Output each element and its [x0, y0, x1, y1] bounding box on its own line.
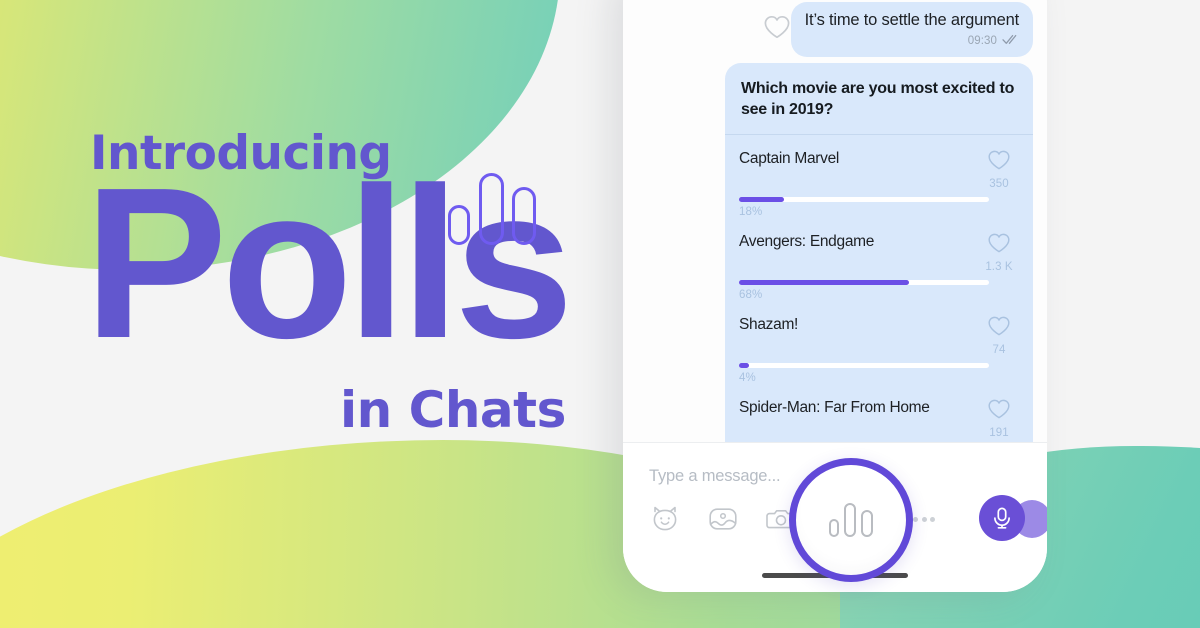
heart-outline-icon[interactable]	[987, 149, 1011, 176]
sticker-cat-icon[interactable]	[649, 505, 681, 533]
poll-bars-icon	[448, 169, 540, 245]
poll-button-highlight[interactable]	[789, 458, 913, 582]
message-input[interactable]: Type a message...	[649, 467, 781, 486]
poll-card[interactable]: Which movie are you most excited to see …	[725, 63, 1033, 442]
poll-option-bar-track	[739, 363, 989, 369]
poll-option-bar-fill	[739, 280, 909, 286]
poll-option-votes: 191	[989, 427, 1009, 440]
heart-outline-icon[interactable]	[987, 232, 1011, 259]
headline-subtitle: in Chats	[340, 381, 566, 439]
message-text: It’s time to settle the argument	[804, 11, 1020, 29]
poll-option-bar-fill	[739, 197, 784, 203]
poll-option[interactable]: Spider-Man: Far From Home 191	[739, 390, 1019, 442]
poll-option-list: Captain Marvel 350 18% Avengers: Endgame…	[725, 135, 1033, 442]
poll-option-label: Captain Marvel	[739, 150, 840, 168]
poll-option-votes: 74	[992, 344, 1006, 357]
poll-option-percent: 68%	[739, 289, 763, 302]
message-bubble[interactable]: It’s time to settle the argument 09:30	[790, 2, 1033, 57]
poll-option-percent: 4%	[739, 372, 756, 385]
poll-option-votes: 1.3 K	[985, 261, 1013, 274]
poll-option-label: Spider-Man: Far From Home	[739, 399, 930, 417]
marketing-copy: Introducing Polls in Chats	[84, 130, 610, 439]
composer-icon-row	[649, 505, 797, 533]
poll-option-bar-track	[739, 280, 989, 286]
headline-row: Polls	[84, 155, 610, 379]
poll-option-bar-track	[739, 197, 989, 203]
chat-message-list[interactable]: It’s time to settle the argument 09:30 W…	[623, 0, 1047, 442]
poll-option[interactable]: Avengers: Endgame 1.3 K 68%	[739, 224, 1019, 307]
poll-option[interactable]: Shazam! 74 4%	[739, 307, 1019, 390]
message-time: 09:30	[967, 35, 997, 47]
poll-option-bar-fill	[739, 363, 749, 369]
heart-outline-icon[interactable]	[987, 315, 1011, 342]
poll-option-votes: 350	[989, 178, 1009, 191]
poll-option-label: Shazam!	[739, 316, 799, 334]
more-dots-icon[interactable]	[913, 517, 935, 522]
microphone-icon[interactable]	[979, 495, 1025, 541]
gallery-image-icon[interactable]	[707, 505, 739, 533]
chat-message-row: It’s time to settle the argument 09:30	[637, 2, 1033, 57]
poll-option[interactable]: Captain Marvel 350 18%	[739, 141, 1019, 224]
poll-option-label: Avengers: Endgame	[739, 233, 875, 251]
heart-outline-icon[interactable]	[987, 398, 1011, 425]
message-meta: 09:30	[805, 32, 1019, 50]
poll-option-percent: 18%	[739, 206, 763, 219]
poll-question: Which movie are you most excited to see …	[725, 63, 1033, 136]
heart-outline-icon[interactable]	[763, 14, 791, 45]
promo-banner: Introducing Polls in Chats It’s time to …	[0, 0, 1200, 628]
poll-bars-icon	[829, 503, 873, 537]
double-check-icon	[1002, 32, 1019, 50]
